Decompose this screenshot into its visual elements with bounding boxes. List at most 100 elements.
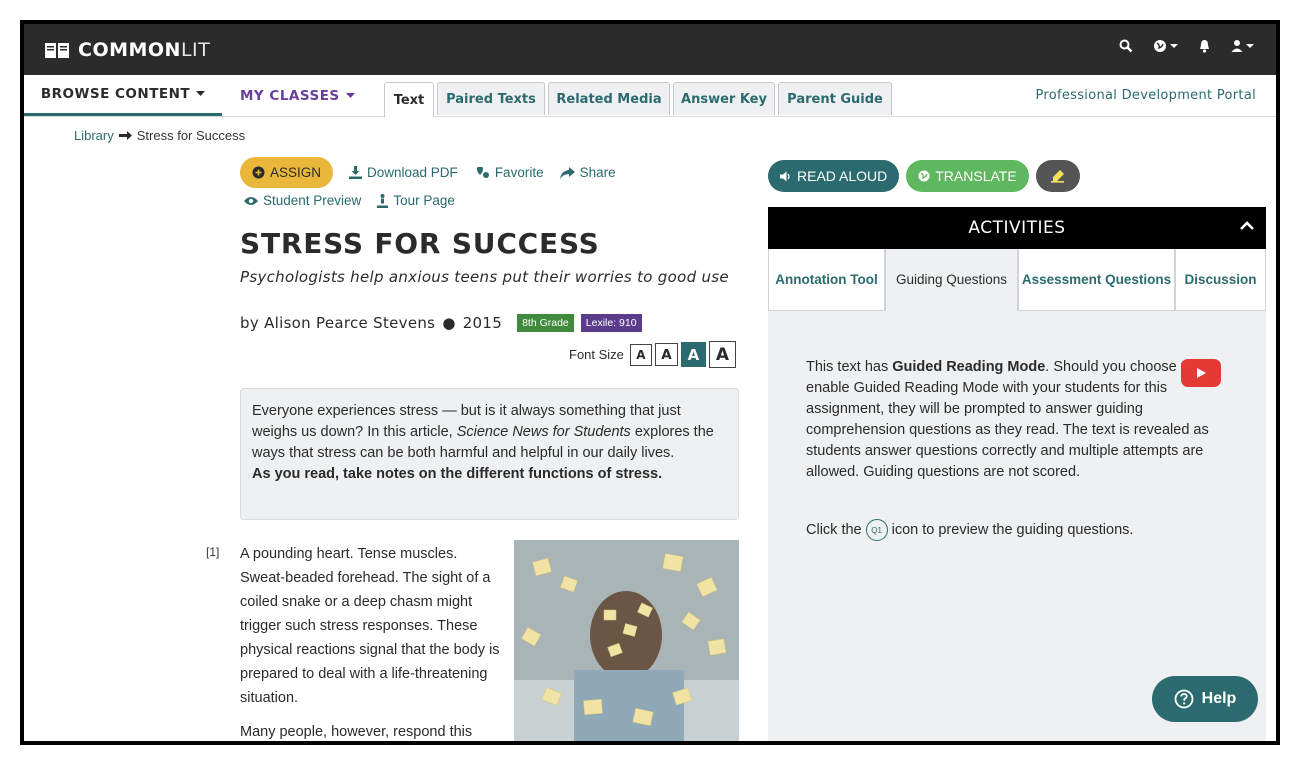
paragraph-number: [1] [206,545,220,559]
article-secondary-actions: Student Preview Tour Page [244,193,455,208]
breadcrumb: Library Stress for Success [74,128,245,143]
tour-page-label: Tour Page [393,193,455,208]
nav-bar: BROWSE CONTENT MY CLASSES Text Paired Te… [24,75,1276,117]
grade-badge: 8th Grade [517,314,574,332]
highlighter-icon [1050,170,1064,183]
font-size-label: Font Size [569,347,624,362]
activities-title: ACTIVITIES [968,218,1066,238]
font-size-control: Font Size A A A A [569,341,736,368]
globe-icon [1154,40,1166,52]
book-icon [45,43,69,58]
user-icon [1231,40,1243,52]
window-frame: COMMON LIT BROWSE CONTENT MY CLASSES Tex… [20,20,1280,745]
breadcrumb-library-link[interactable]: Library [74,128,114,143]
translate-button[interactable]: TRANSLATE [906,160,1029,192]
browse-content-label: BROWSE CONTENT [40,86,191,102]
assign-label: ASSIGN [270,165,322,180]
chevron-up-icon[interactable] [1240,219,1254,233]
my-classes-label: MY CLASSES [240,87,340,104]
student-preview-button[interactable]: Student Preview [244,193,361,208]
guiding-questions-hint: Click the Q1 icon to preview the guiding… [806,519,1133,541]
bell-icon[interactable] [1198,39,1211,53]
tab-discussion[interactable]: Discussion [1175,249,1266,311]
article-title: STRESS FOR SUCCESS [240,227,600,260]
tour-icon [377,193,389,208]
video-tutorial-button[interactable] [1181,359,1221,387]
help-button[interactable]: Help [1152,676,1258,722]
favorite-label: Favorite [494,165,544,180]
favorite-button[interactable]: Favorite [474,165,544,180]
assign-button[interactable]: ASSIGN [240,157,334,188]
commonlit-logo[interactable]: COMMON LIT [44,37,210,63]
student-preview-label: Student Preview [263,193,362,208]
article-body: A pounding heart. Tense muscles. Sweat-b… [240,542,502,741]
year: 2015 [462,314,503,332]
read-aloud-label: READ ALOUD [797,168,888,184]
download-icon [349,166,363,179]
activities-tabs: Annotation Tool Guiding Questions Assess… [768,249,1266,311]
tab-parent-guide[interactable]: Parent Guide [778,82,892,115]
activities-panel: ACTIVITIES Annotation Tool Guiding Quest… [768,207,1266,741]
bullet: ● [442,314,456,332]
favorite-icon [476,166,489,178]
tab-related-media[interactable]: Related Media [548,82,670,115]
globe-icon [918,170,930,182]
breadcrumb-current: Stress for Success [136,128,246,143]
description-part-1: This text has [806,359,893,375]
sticky-notes-photo [514,540,739,741]
tab-text[interactable]: Text [384,82,434,117]
top-icons [1119,39,1254,53]
professional-development-link[interactable]: Professional Development Portal [1035,75,1256,116]
download-pdf-button[interactable]: Download PDF [349,165,458,180]
font-size-small-button[interactable]: A [629,343,652,366]
font-size-medium-button[interactable]: A [654,343,678,366]
help-label: Help [1201,690,1237,707]
paragraph-2: Many people, however, respond this [240,724,473,740]
eye-icon [244,196,258,205]
intro-instruction: As you read, take notes on the different… [252,466,663,482]
font-size-large-button[interactable]: A [680,342,706,367]
reading-tools: READ ALOUD TRANSLATE [768,160,1080,192]
caret-down-icon [1170,44,1178,48]
search-icon[interactable] [1119,39,1133,53]
user-menu[interactable] [1231,39,1254,53]
globe-menu[interactable] [1153,39,1178,53]
tab-paired-texts[interactable]: Paired Texts [437,82,545,115]
description-part-2: . Should you choose to enable Guided Rea… [806,359,1209,480]
tab-assessment-questions[interactable]: Assessment Questions [1018,249,1175,311]
intro-source: Science News for Students [456,424,631,440]
hint-part-2: icon to preview the guiding questions. [891,522,1134,538]
author: by Alison Pearce Stevens [240,314,436,332]
hint-part-1: Click the [806,522,862,538]
tab-annotation-tool[interactable]: Annotation Tool [768,249,885,311]
top-bar: COMMON LIT [24,24,1276,75]
caret-down-icon [1246,44,1254,48]
article-subtitle: Psychologists help anxious teens put the… [240,268,729,286]
arrow-right-icon [118,131,132,140]
logo-text-bold: COMMON [78,39,181,61]
font-size-xlarge-button[interactable]: A [708,341,736,368]
tab-answer-key[interactable]: Answer Key [673,82,775,115]
tour-page-button[interactable]: Tour Page [377,193,455,208]
tab-guiding-questions[interactable]: Guiding Questions [885,249,1018,311]
read-aloud-button[interactable]: READ ALOUD [768,160,900,192]
browse-content-menu[interactable]: BROWSE CONTENT [24,75,222,116]
paragraph-1: A pounding heart. Tense muscles. Sweat-b… [240,546,500,706]
q1-icon: Q1 [865,519,888,541]
share-button[interactable]: Share [559,165,616,180]
my-classes-menu[interactable]: MY CLASSES [240,75,355,116]
share-icon [559,166,575,179]
translate-label: TRANSLATE [935,168,1017,184]
play-icon [1197,368,1206,378]
plus-circle-icon [252,166,265,179]
activities-header[interactable]: ACTIVITIES [768,207,1266,249]
content-tabs: Text Paired Texts Related Media Answer K… [384,82,892,117]
guided-reading-mode-emphasis: Guided Reading Mode [892,359,1046,375]
byline: by Alison Pearce Stevens ● 2015 8th Grad… [240,314,642,332]
highlighter-button[interactable] [1035,160,1080,192]
guided-reading-description: This text has Guided Reading Mode. Shoul… [806,357,1218,483]
article-photo [514,540,739,741]
article-actions: ASSIGN Download PDF Favorite Share [240,157,616,188]
intro-box: Everyone experiences stress — but is it … [240,388,739,520]
download-pdf-label: Download PDF [367,165,458,180]
